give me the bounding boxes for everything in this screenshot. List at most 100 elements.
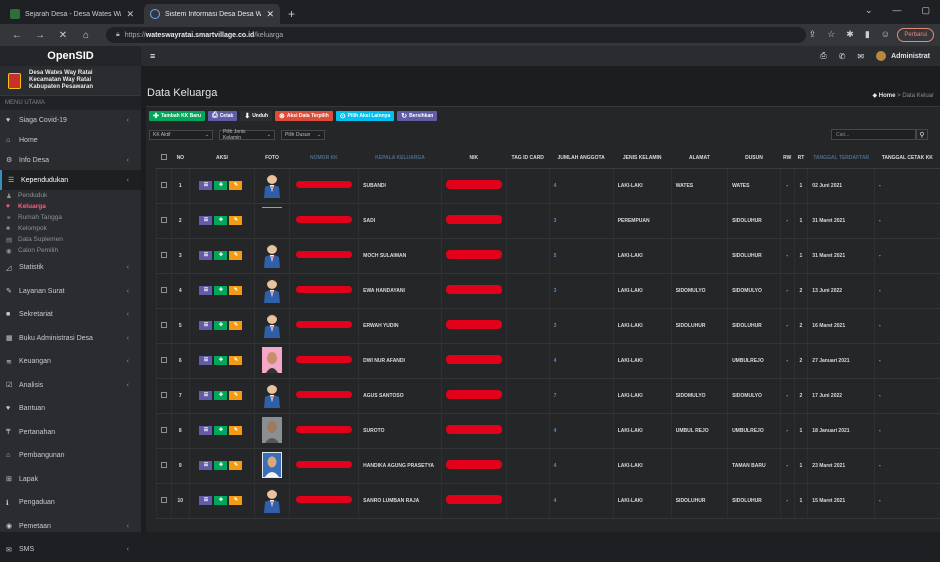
add-member-button[interactable]: ✚ <box>214 216 227 225</box>
sidepanel-icon[interactable]: ▮ <box>865 29 870 40</box>
edit-family-button[interactable]: ✎ <box>229 286 242 295</box>
submenu-item-kelompok[interactable]: ♣Kelompok <box>0 223 141 234</box>
close-tab-icon[interactable]: ✕ <box>266 9 274 20</box>
row-checkbox[interactable] <box>157 378 172 413</box>
admin-user-menu[interactable]: Administrat <box>876 51 930 61</box>
cetak-button[interactable]: ⎙Cetak <box>208 111 237 121</box>
close-tab-icon[interactable]: ✕ <box>126 9 134 20</box>
row-checkbox[interactable] <box>157 448 172 483</box>
row-checkbox[interactable] <box>157 238 172 273</box>
select-all-checkbox[interactable] <box>157 148 172 168</box>
column-header-alamat[interactable]: ALAMAT <box>671 148 727 168</box>
tambah-kk-baru-button[interactable]: ✚Tambah KK Baru <box>149 111 205 121</box>
row-jumlah-anggota[interactable]: 4 <box>549 483 613 518</box>
column-header-aksi[interactable]: AKSI <box>189 148 255 168</box>
edit-family-button[interactable]: ✎ <box>229 356 242 365</box>
list-members-button[interactable]: ☰ <box>199 461 212 470</box>
sidebar-item-home[interactable]: ⌂Home <box>0 130 141 150</box>
sidebar-item-layanan-surat[interactable]: ✎Layanan Surat‹ <box>0 280 141 304</box>
list-members-button[interactable]: ☰ <box>199 496 212 505</box>
hamburger-menu-icon[interactable]: ≡ <box>150 51 155 61</box>
row-checkbox[interactable] <box>157 483 172 518</box>
sidebar-item-kependudukan[interactable]: ☰Kependudukan‹ <box>0 170 141 190</box>
column-header-jenis-kelamin[interactable]: JENIS KELAMIN <box>613 148 671 168</box>
sidebar-item-pertanahan[interactable]: ₸Pertanahan <box>0 421 141 445</box>
column-header-rw[interactable]: RW <box>780 148 794 168</box>
table-row[interactable]: 6☰✚✎DWI NUR AFANDI4LAKI-LAKIUMBULREJO-22… <box>157 343 940 378</box>
table-row[interactable]: 1☰✚✎SUBANDI4LAKI-LAKIWATESWATES-102 Juni… <box>157 168 940 203</box>
column-header-kepala-keluarga[interactable]: KEPALA KELUARGA <box>359 148 442 168</box>
sidebar-item-pembangunan[interactable]: ⌂Pembangunan <box>0 444 141 468</box>
column-header-tanggal-cetak-kk[interactable]: TANGGAL CETAK KK <box>875 148 940 168</box>
home-browser-icon[interactable]: ⌂ <box>80 30 92 41</box>
back-icon[interactable]: ← <box>11 30 23 41</box>
sidebar-item-pengaduan[interactable]: ℹPengaduan <box>0 491 141 515</box>
row-jumlah-anggota[interactable]: 3 <box>549 273 613 308</box>
sidebar-item-sms[interactable]: ✉SMS‹ <box>0 538 141 562</box>
table-row[interactable]: 3☰✚✎MOCH SULAIMAN5LAKI-LAKISIDOLUHUR-131… <box>157 238 940 273</box>
chat-icon[interactable]: ✆ <box>839 52 846 61</box>
edit-family-button[interactable]: ✎ <box>229 251 242 260</box>
edit-family-button[interactable]: ✎ <box>229 216 242 225</box>
sidebar-item-bantuan[interactable]: ♥Bantuan <box>0 397 141 421</box>
add-member-button[interactable]: ✚ <box>214 426 227 435</box>
add-member-button[interactable]: ✚ <box>214 356 227 365</box>
column-header-no[interactable]: NO <box>172 148 190 168</box>
mail-icon[interactable]: ✉ <box>857 52 864 61</box>
row-checkbox[interactable] <box>157 168 172 203</box>
row-checkbox[interactable] <box>157 273 172 308</box>
add-member-button[interactable]: ✚ <box>214 321 227 330</box>
table-row[interactable]: 8☰✚✎SUROTO4LAKI-LAKIUMBUL REJOUMBULREJO-… <box>157 413 940 448</box>
browser-update-button[interactable]: Perbarui <box>897 28 934 42</box>
maximize-icon[interactable]: ▢ <box>921 5 930 16</box>
browser-tab-sid[interactable]: Sistem Informasi Desa Desa Wate ✕ <box>144 4 280 24</box>
row-jumlah-anggota[interactable]: 4 <box>549 343 613 378</box>
bookmark-star-icon[interactable]: ☆ <box>827 29 835 40</box>
row-jumlah-anggota[interactable]: 4 <box>549 413 613 448</box>
table-row[interactable]: 5☰✚✎ERWAH YUDIN3LAKI-LAKISIDOLUHURSIDOLU… <box>157 308 940 343</box>
list-members-button[interactable]: ☰ <box>199 426 212 435</box>
edit-family-button[interactable]: ✎ <box>229 426 242 435</box>
sidebar-item-keuangan[interactable]: ≋Keuangan‹ <box>0 350 141 374</box>
submenu-item-data-suplemen[interactable]: ▤Data Suplemen <box>0 234 141 245</box>
brand-logo[interactable]: OpenSID <box>0 46 141 66</box>
sidebar-item-siaga-covid-19[interactable]: ♥Siaga Covid-19‹ <box>0 110 141 130</box>
sidebar-item-lapak[interactable]: ⊞Lapak <box>0 468 141 492</box>
submenu-item-keluarga[interactable]: ♥Keluarga <box>0 201 141 212</box>
add-member-button[interactable]: ✚ <box>214 181 227 190</box>
breadcrumb-home[interactable]: Home <box>879 93 896 99</box>
edit-family-button[interactable]: ✎ <box>229 181 242 190</box>
row-checkbox[interactable] <box>157 343 172 378</box>
table-row[interactable]: 10☰✚✎SANRO LUMBAN RAJA4LAKI-LAKISIDOLUHU… <box>157 483 940 518</box>
pilih-aksi-lainnya-button[interactable]: ⊙Pilih Aksi Lainnya <box>336 111 394 121</box>
gender-select[interactable]: Pilih Jenis Kelamin⌄ <box>219 130 275 140</box>
browser-tab-sejarah[interactable]: Sejarah Desa - Desa Wates Way R ✕ <box>4 4 140 24</box>
sidebar-item-analisis[interactable]: ☑Analisis‹ <box>0 374 141 398</box>
list-members-button[interactable]: ☰ <box>199 286 212 295</box>
add-member-button[interactable]: ✚ <box>214 461 227 470</box>
row-checkbox[interactable] <box>157 308 172 343</box>
row-jumlah-anggota[interactable]: 3 <box>549 203 613 238</box>
table-row[interactable]: 9☰✚✎HANDIKA AGUNG PRASETYA4LAKI-LAKITAMA… <box>157 448 940 483</box>
sidebar-item-info-desa[interactable]: ⚙Info Desa‹ <box>0 150 141 170</box>
column-header-nomor-kk[interactable]: NOMOR KK <box>289 148 358 168</box>
column-header-foto[interactable]: FOTO <box>255 148 289 168</box>
table-row[interactable]: 4☰✚✎EWA HANDAYANI3LAKI-LAKISIDOMULYOSIDO… <box>157 273 940 308</box>
sidebar-item-statistik[interactable]: ◿Statistik‹ <box>0 256 141 280</box>
column-header-nik[interactable]: NIK <box>441 148 506 168</box>
sidebar-item-pemetaan[interactable]: ◉Pemetaan‹ <box>0 515 141 539</box>
bersihkan-button[interactable]: ↻Bersihkan <box>397 111 437 121</box>
column-header-rt[interactable]: RT <box>794 148 808 168</box>
status-select[interactable]: KK Aktif⌄ <box>149 130 213 140</box>
stop-icon[interactable]: ✕ <box>57 30 69 41</box>
row-jumlah-anggota[interactable]: 4 <box>549 448 613 483</box>
edit-family-button[interactable]: ✎ <box>229 461 242 470</box>
extensions-icon[interactable]: ✱ <box>846 29 854 40</box>
search-input[interactable]: Cari... <box>831 129 916 140</box>
row-jumlah-anggota[interactable]: 4 <box>549 168 613 203</box>
share-icon[interactable]: ⇪ <box>809 29 817 40</box>
new-tab-icon[interactable]: + <box>288 7 295 21</box>
list-members-button[interactable]: ☰ <box>199 181 212 190</box>
row-jumlah-anggota[interactable]: 7 <box>549 378 613 413</box>
table-row[interactable]: 2☰✚✎SADI3PEREMPUANSIDOLUHUR-131 Maret 20… <box>157 203 940 238</box>
